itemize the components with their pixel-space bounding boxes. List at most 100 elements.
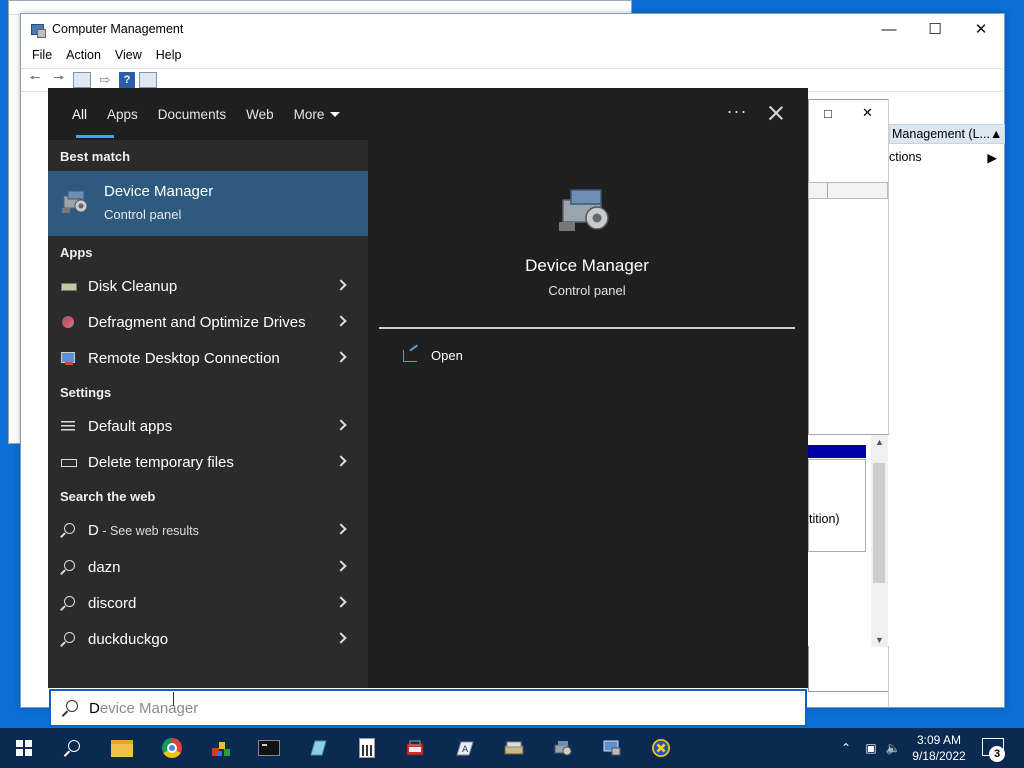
open-action[interactable]: Open [403, 348, 463, 363]
cm-titlebar[interactable]: Computer Management [21, 14, 1004, 44]
web-result-duckduckgo[interactable]: duckduckgo [48, 621, 368, 657]
actions-more[interactable]: ctions ▶ [889, 148, 1005, 166]
help-icon[interactable]: ? [119, 72, 135, 88]
folder-icon [111, 739, 133, 757]
taskbar-app-shapes[interactable] [197, 728, 245, 768]
close-search-button[interactable] [765, 102, 787, 124]
taskbar-search-button[interactable] [48, 728, 96, 768]
actions-header[interactable]: Management (L... ▲ [889, 124, 1005, 144]
taskbar-calculator[interactable] [343, 728, 391, 768]
chevron-right-icon[interactable] [335, 455, 347, 467]
search-icon [60, 595, 76, 611]
network-icon[interactable]: ▣ [860, 728, 882, 768]
properties-icon[interactable] [139, 72, 157, 88]
web-result-discord[interactable]: discord [48, 585, 368, 621]
result-delete-temp-files[interactable]: Delete temporary files [48, 444, 368, 480]
result-disk-cleanup[interactable]: Disk Cleanup [48, 268, 368, 304]
scroll-thumb[interactable] [873, 463, 885, 583]
web-result-dazn[interactable]: dazn [48, 549, 368, 585]
chevron-right-icon[interactable] [335, 279, 347, 291]
taskbar-app-tablet[interactable] [294, 728, 342, 768]
start-button[interactable] [0, 728, 48, 768]
best-match-subtitle: Control panel [104, 207, 182, 222]
chevron-right-icon[interactable] [335, 523, 347, 535]
cm-title-text: Computer Management [52, 22, 184, 36]
collapse-up-icon[interactable]: ▲ [990, 127, 1002, 141]
chevron-right-icon[interactable] [335, 419, 347, 431]
vertical-scrollbar[interactable]: ▲ ▼ [871, 435, 888, 647]
web-results-suffix: - See web results [98, 523, 199, 538]
actions-header-label: Management (L... [892, 127, 990, 141]
submenu-arrow-icon: ▶ [987, 150, 997, 165]
result-remote-desktop[interactable]: Remote Desktop Connection [48, 340, 368, 376]
show-hidden-icons[interactable]: ⌃ [836, 728, 856, 768]
taskbar-chrome[interactable] [148, 728, 196, 768]
chevron-right-icon[interactable] [335, 560, 347, 572]
taskbar-app-x[interactable] [637, 728, 685, 768]
more-options-button[interactable]: ··· [724, 102, 750, 123]
menu-action[interactable]: Action [59, 48, 108, 62]
chevron-right-icon[interactable] [335, 596, 347, 608]
partition-box[interactable]: tition) [808, 459, 866, 552]
taskbar-app-font[interactable]: A [441, 728, 489, 768]
menu-help[interactable]: Help [149, 48, 189, 62]
taskbar-app-scanner[interactable] [490, 728, 538, 768]
section-settings: Settings [60, 385, 112, 400]
tab-all[interactable]: All [62, 88, 115, 140]
web-result-label: discord [88, 594, 137, 612]
taskbar: A ⌃ ▣ 🔈 3:09 AM 9/18/2022 3 [0, 728, 1024, 768]
web-result-d[interactable]: D - See web results [48, 512, 368, 548]
chrome-icon [162, 738, 182, 758]
back-arrow-icon[interactable]: 🠔 [25, 70, 45, 89]
inner-maximize-button[interactable]: □ [824, 106, 832, 121]
taskbar-clock[interactable]: 3:09 AM 9/18/2022 [906, 732, 972, 764]
preview-subtitle: Control panel [548, 283, 626, 298]
search-icon [60, 522, 76, 538]
minimize-button[interactable]: — [866, 14, 912, 44]
taskbar-device-manager[interactable] [539, 728, 587, 768]
preview-title: Device Manager [525, 256, 649, 275]
scroll-down-icon[interactable]: ▼ [875, 635, 884, 645]
tab-apps[interactable]: Apps [97, 88, 148, 140]
close-button[interactable]: ✕ [958, 14, 1004, 44]
best-match-device-manager[interactable]: Device Manager Control panel [48, 171, 368, 236]
web-result-label: dazn [88, 558, 121, 576]
toolbox-icon [406, 740, 424, 756]
result-label: Default apps [88, 417, 173, 435]
tab-web[interactable]: Web [236, 88, 284, 140]
web-query: D [88, 521, 99, 539]
result-defragment[interactable]: Defragment and Optimize Drives [48, 304, 368, 340]
maximize-button[interactable]: ☐ [912, 14, 958, 44]
forward-arrow-icon[interactable]: 🠖 [49, 70, 69, 89]
device-manager-icon [554, 741, 572, 756]
svg-text:A: A [462, 745, 469, 755]
taskbar-app-toolbox[interactable] [391, 728, 439, 768]
drive-icon [60, 454, 77, 470]
menu-file[interactable]: File [25, 48, 59, 62]
open-icon [403, 349, 417, 362]
tab-more[interactable]: More [284, 88, 351, 140]
scroll-up-icon[interactable]: ▲ [875, 437, 884, 447]
search-box[interactable]: Device Manager [49, 689, 807, 727]
menu-view[interactable]: View [108, 48, 149, 62]
chevron-right-icon[interactable] [335, 315, 347, 327]
taskbar-computer-management[interactable] [588, 728, 636, 768]
search-icon [60, 559, 76, 575]
section-best-match: Best match [60, 149, 131, 164]
show-hide-tree-icon[interactable] [73, 72, 91, 88]
preview-divider [379, 327, 795, 329]
chevron-right-icon[interactable] [335, 351, 347, 363]
tab-documents[interactable]: Documents [148, 88, 236, 140]
actions-more-label: ctions [889, 150, 922, 164]
taskbar-file-explorer[interactable] [98, 728, 146, 768]
section-search-web: Search the web [60, 489, 156, 504]
list-header [808, 182, 888, 199]
taskbar-command-prompt[interactable] [245, 728, 293, 768]
volume-icon[interactable]: 🔈 [883, 728, 903, 768]
export-list-icon[interactable]: ⇨ [95, 71, 115, 89]
inner-close-button[interactable]: ✕ [862, 105, 873, 121]
chevron-right-icon[interactable] [335, 632, 347, 644]
best-match-title: Device Manager [104, 183, 214, 200]
result-default-apps[interactable]: Default apps [48, 408, 368, 444]
windows-logo-icon [16, 740, 32, 756]
